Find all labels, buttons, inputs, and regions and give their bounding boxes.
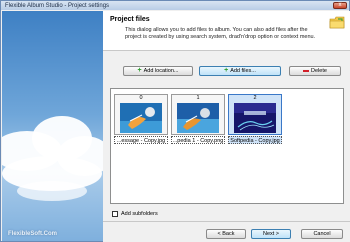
plus-icon: +	[224, 67, 229, 74]
footer-divider	[103, 221, 350, 222]
delete-label: Delete	[311, 68, 327, 74]
sky-banner: FlexibleSoft.Com	[2, 11, 103, 241]
main-panel: Project files This dialog allows you to …	[103, 11, 350, 242]
file-index: 1	[196, 95, 200, 101]
back-label: < Back	[217, 231, 235, 237]
back-button[interactable]: < Back	[206, 229, 246, 239]
file-caption: ...pedia 1 - Copy.png	[171, 136, 225, 144]
title-bar[interactable]: Flexible Album Studio - Project settings…	[1, 1, 349, 10]
cancel-button[interactable]: Cancel	[301, 229, 343, 239]
add-location-button[interactable]: + Add location...	[123, 66, 193, 76]
add-subfolders-option[interactable]: Add subfolders	[112, 211, 158, 217]
thumbnail-frame: 0	[114, 94, 168, 135]
plus-icon: +	[137, 67, 142, 74]
add-files-button[interactable]: + Add files...	[199, 66, 281, 76]
watermark: FlexibleSoft.Com	[8, 231, 58, 237]
file-thumbnail-selected[interactable]: 2 Softpedia - Copy.jpg	[228, 94, 282, 144]
file-thumbnail[interactable]: 0 ...essage - Copy.jpg	[114, 94, 168, 144]
next-button[interactable]: Next >	[251, 229, 291, 239]
add-subfolders-label: Add subfolders	[121, 211, 158, 217]
folder-icon	[329, 16, 345, 29]
add-subfolders-checkbox[interactable]	[112, 211, 118, 217]
thumbnail-image	[120, 103, 162, 133]
project-settings-window: Flexible Album Studio - Project settings…	[0, 0, 350, 242]
file-list[interactable]: 0 ...essage - Copy.jpg 1 ...pedia 1 - Co…	[110, 88, 344, 204]
file-caption: ...essage - Copy.jpg	[114, 136, 168, 144]
file-index: 0	[139, 95, 143, 101]
page-title: Project files	[110, 16, 150, 23]
add-files-label: Add files...	[230, 68, 256, 74]
delete-icon	[303, 70, 310, 72]
add-location-label: Add location...	[143, 68, 179, 74]
file-caption: Softpedia - Copy.jpg	[228, 136, 282, 144]
thumbnail-image	[234, 103, 276, 133]
next-label: Next >	[262, 231, 280, 237]
cancel-label: Cancel	[313, 231, 331, 237]
delete-button[interactable]: Delete	[289, 66, 341, 76]
page-description: This dialog allows you to add files to a…	[125, 27, 316, 40]
thumbnail-frame: 1	[171, 94, 225, 135]
thumbnail-image	[177, 103, 219, 133]
close-icon[interactable]: x	[333, 2, 347, 9]
file-index: 2	[253, 95, 257, 101]
thumbnail-frame: 2	[228, 94, 282, 135]
window-title: Flexible Album Studio - Project settings	[5, 2, 110, 9]
file-thumbnail[interactable]: 1 ...pedia 1 - Copy.png	[171, 94, 225, 144]
cloud-shape	[17, 181, 87, 201]
dialog-header: Project files This dialog allows you to …	[103, 11, 350, 51]
